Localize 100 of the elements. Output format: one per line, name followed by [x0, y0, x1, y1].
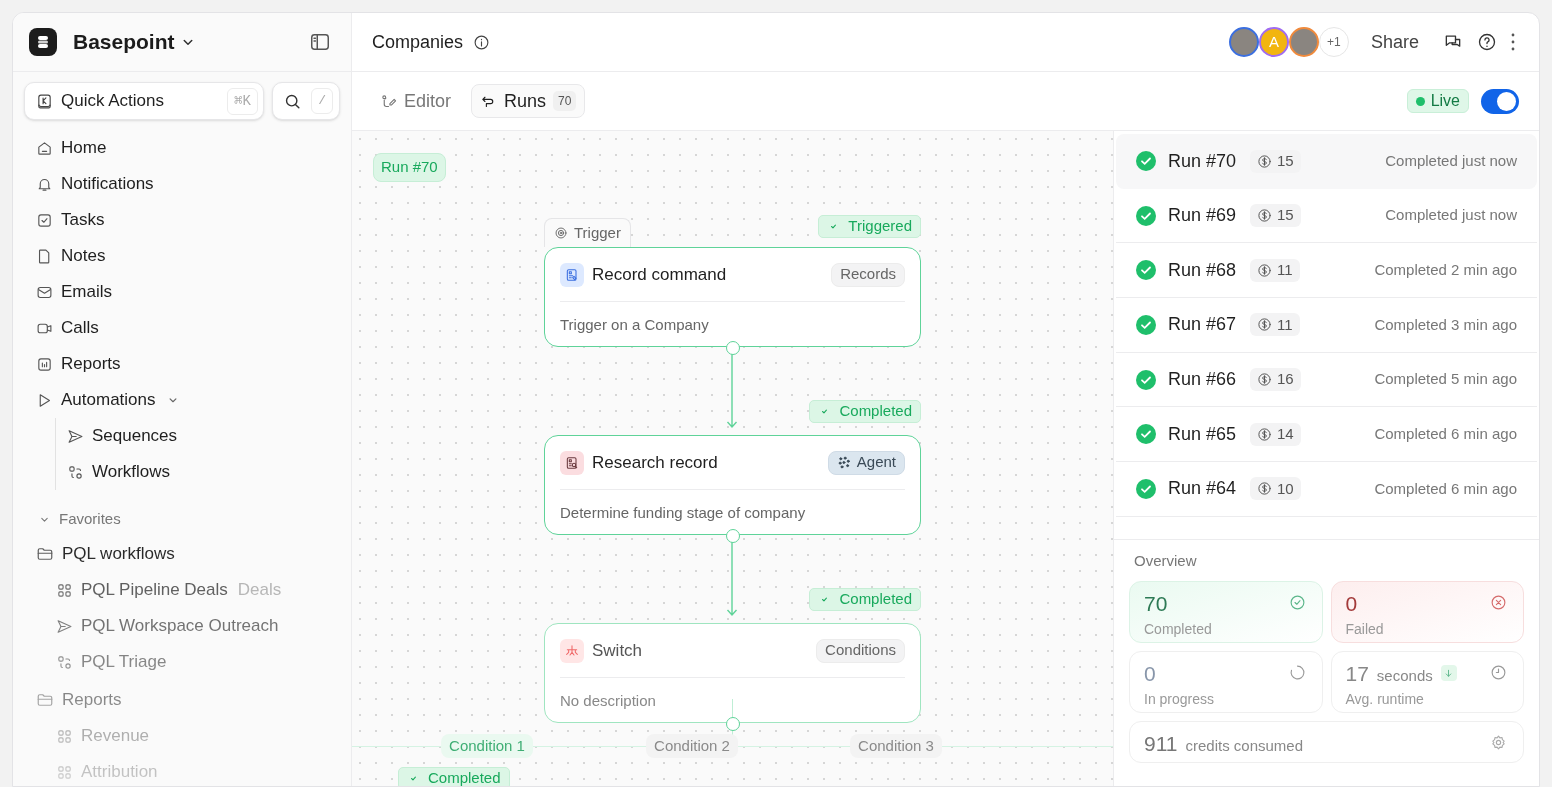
help-button[interactable] [1477, 32, 1497, 52]
workflow-icon [67, 463, 84, 481]
run-name: Run #68 [1168, 258, 1238, 282]
run-row[interactable]: Run #64 10 Completed 6 min ago [1116, 462, 1537, 517]
grid-icon [56, 727, 73, 745]
dollar-coin-icon [1257, 208, 1272, 224]
send-icon [56, 617, 73, 635]
run-name: Run #66 [1168, 368, 1238, 392]
run-time: Completed 3 min ago [1374, 314, 1517, 335]
sidebar-item[interactable]: Home [24, 130, 340, 166]
run-label: Run #70 [373, 153, 446, 182]
run-time: Completed 6 min ago [1374, 478, 1517, 499]
quick-actions-button[interactable]: Quick Actions ⌘K [24, 82, 264, 120]
tab[interactable]: Runs 70 [471, 84, 586, 118]
sidebar-item[interactable]: Reports [24, 346, 340, 382]
branch-icon [560, 638, 584, 663]
run-name: Run #67 [1168, 313, 1238, 337]
clock-icon [1490, 663, 1507, 681]
success-icon [1136, 369, 1156, 390]
count-badge: 70 [553, 91, 577, 111]
share-button[interactable]: Share [1370, 28, 1419, 56]
run-row[interactable]: Run #69 15 Completed just now [1116, 188, 1537, 244]
chart-icon [36, 355, 53, 373]
run-row[interactable]: Run #68 11 Completed 2 min ago [1116, 243, 1537, 299]
check-circle-icon [1288, 593, 1306, 611]
status-badge: Completed [809, 400, 921, 423]
document-search-icon [560, 450, 584, 475]
sidebar-item[interactable]: Workflows [56, 454, 340, 490]
dollar-coin-icon [1257, 481, 1272, 497]
sidebar-item[interactable]: PQL Workspace Outreach [24, 608, 340, 644]
record-icon [560, 262, 584, 287]
run-time: Completed 6 min ago [1374, 424, 1517, 445]
node-type-tag: Agent [827, 450, 905, 475]
shortcut-key: ⌘K [227, 87, 258, 115]
stat-label: Avg. runtime [1345, 690, 1425, 709]
run-row[interactable]: Run #66 16 Completed 5 min ago [1116, 352, 1537, 408]
favorites-header[interactable]: Favorites [24, 504, 340, 534]
avatar-photo-placeholder[interactable] [1288, 27, 1319, 57]
workspace-switcher[interactable]: Basepoint [73, 26, 197, 58]
sidebar-item[interactable]: PQL Triage [24, 644, 340, 680]
credits-badge: 10 [1250, 477, 1301, 501]
stat-value: 0 [1345, 590, 1358, 617]
success-icon [1136, 205, 1156, 226]
sidebar-item[interactable]: PQL Pipeline Deals Deals [24, 572, 340, 608]
more-members-count[interactable]: +1 [1318, 27, 1349, 57]
dollar-coin-icon [1257, 153, 1272, 169]
sidebar-item[interactable]: Notes [24, 238, 340, 274]
dollar-coin-icon [1257, 372, 1272, 388]
credits-badge: 16 [1250, 368, 1301, 392]
node-description: No description [560, 691, 657, 711]
node-description: Trigger on a Company [560, 315, 710, 335]
credits-badge: 11 [1250, 258, 1300, 282]
node-card[interactable]: Switch Conditions No description [544, 623, 921, 723]
trend-down-icon [1440, 665, 1457, 682]
folder-icon [36, 691, 54, 709]
run-name: Run #69 [1168, 204, 1238, 228]
checkbox-icon [36, 211, 53, 229]
node-type-tag: Conditions [816, 638, 905, 663]
node-type-tag: Records [831, 262, 905, 287]
sidebar-toggle-button[interactable] [309, 31, 331, 53]
target-icon [554, 226, 568, 240]
run-row[interactable]: Run #65 14 Completed 6 min ago [1116, 407, 1537, 463]
run-time: Completed 5 min ago [1374, 369, 1517, 390]
node-card[interactable]: Research record Agent Determine funding stage of company [544, 435, 921, 535]
more-button[interactable] [1511, 33, 1515, 51]
sidebar-item[interactable]: Tasks [24, 202, 340, 238]
run-name: Run #70 [1168, 149, 1238, 173]
tab[interactable]: Editor [372, 84, 460, 118]
run-row[interactable]: Run #70 15 Completed just now [1116, 134, 1537, 189]
grid-icon [56, 763, 73, 781]
avatar-photo-placeholder[interactable] [1228, 27, 1259, 57]
sparkle-dots-icon [836, 455, 852, 470]
sidebar-icon [309, 31, 331, 53]
stat-unit: credits consumed [1185, 735, 1304, 756]
run-row[interactable]: Run #67 11 Completed 3 min ago [1116, 298, 1537, 353]
status-badge: Triggered [818, 215, 921, 238]
stat-unit: seconds [1376, 665, 1433, 686]
sidebar-item[interactable]: Emails [24, 274, 340, 310]
credits-badge: 15 [1250, 204, 1301, 228]
success-icon [1136, 260, 1156, 281]
sidebar-item[interactable]: Calls [24, 310, 340, 346]
success-icon [1136, 151, 1156, 172]
stat-label: Failed [1345, 620, 1385, 639]
folder-item[interactable]: PQL workflows [24, 536, 340, 572]
status-badge: Completed [398, 767, 510, 786]
sidebar-item[interactable]: Notifications [24, 166, 340, 202]
credits-badge: 11 [1250, 313, 1300, 337]
grid-icon [56, 581, 73, 599]
close-circle-icon [1490, 593, 1507, 611]
sidebar-item[interactable]: Automations [24, 382, 340, 418]
stat-value: 70 [1144, 590, 1168, 617]
run-time: Completed just now [1385, 205, 1517, 226]
node-card[interactable]: Record command Records Trigger on a Company [544, 247, 921, 347]
run-name: Run #65 [1168, 422, 1238, 446]
dollar-coin-icon [1257, 317, 1272, 333]
dollar-coin-icon [1257, 426, 1272, 442]
sidebar-item[interactable]: Sequences [56, 418, 340, 454]
live-toggle[interactable] [1481, 88, 1519, 114]
success-icon [1136, 478, 1156, 499]
credits-badge: 15 [1250, 149, 1301, 173]
